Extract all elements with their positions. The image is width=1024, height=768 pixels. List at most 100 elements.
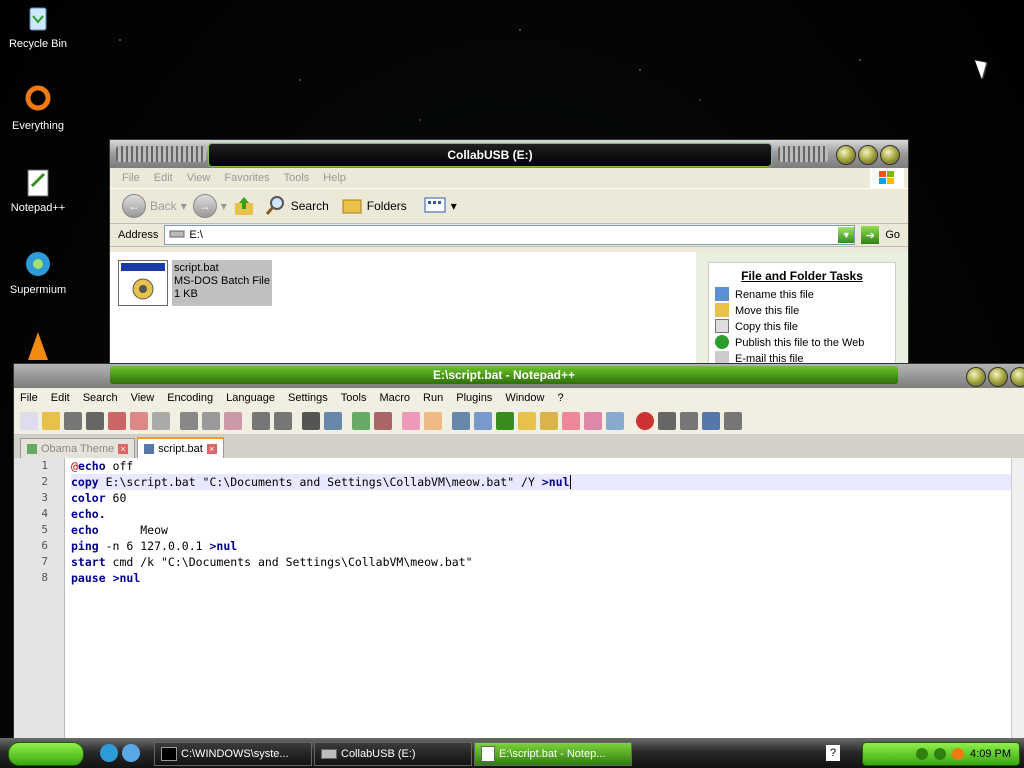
save-all-icon[interactable] (86, 412, 104, 430)
explorer-titlebar[interactable]: CollabUSB (E:) (110, 140, 908, 168)
taskbar-button-notepadpp[interactable]: E:\script.bat - Notep... (474, 742, 632, 766)
vertical-scrollbar[interactable] (1011, 458, 1024, 738)
task-move[interactable]: Move this file (715, 303, 895, 319)
tray-icon[interactable] (934, 748, 947, 760)
menu-language[interactable]: Language (226, 392, 275, 404)
taskbar-button-explorer[interactable]: CollabUSB (E:) (314, 742, 472, 766)
redo-icon[interactable] (274, 412, 292, 430)
start-button[interactable] (8, 742, 84, 766)
menu-tools[interactable]: Tools (341, 392, 367, 404)
zoom-out-icon[interactable] (374, 412, 392, 430)
menu-edit[interactable]: Edit (154, 172, 173, 184)
task-label: Move this file (735, 305, 800, 317)
code-editor[interactable]: 1 2 3 4 5 6 7 8 @echo off copy E:\script… (14, 458, 1024, 738)
tab-obama-theme[interactable]: Obama Theme × (20, 438, 136, 459)
up-folder-button[interactable] (233, 195, 255, 217)
code-token: ping (71, 539, 99, 553)
task-copy[interactable]: Copy this file (715, 319, 895, 335)
play-multiple-icon[interactable] (702, 412, 720, 430)
close-icon[interactable]: × (206, 444, 217, 454)
quick-launch-icon[interactable] (122, 744, 140, 762)
menu-window[interactable]: Window (505, 392, 544, 404)
zoom-in-icon[interactable] (352, 412, 370, 430)
desktop-icon-supermium[interactable]: Supermium (0, 248, 76, 296)
address-dropdown-icon[interactable]: ▼ (838, 227, 855, 243)
task-publish[interactable]: Publish this file to the Web (715, 335, 895, 351)
go-button[interactable]: Go (885, 229, 900, 241)
menu-encoding[interactable]: Encoding (167, 392, 213, 404)
tray-icon[interactable] (916, 748, 929, 760)
folder-workspace-icon[interactable] (584, 412, 602, 430)
all-chars-icon[interactable] (474, 412, 492, 430)
internet-explorer-icon[interactable] (100, 744, 118, 762)
save-icon[interactable] (64, 412, 82, 430)
play-macro-icon[interactable] (680, 412, 698, 430)
everything-tray-icon[interactable] (952, 748, 965, 760)
views-button[interactable]: ▾ (423, 195, 457, 218)
sync-v-icon[interactable] (402, 412, 420, 430)
menu-macro[interactable]: Macro (379, 392, 410, 404)
undo-icon[interactable] (252, 412, 270, 430)
close-all-icon[interactable] (130, 412, 148, 430)
sync-h-icon[interactable] (424, 412, 442, 430)
menu-file[interactable]: File (20, 392, 38, 404)
tab-script-bat[interactable]: script.bat × (137, 437, 224, 459)
go-arrow-icon[interactable]: ➔ (861, 226, 880, 244)
find-icon[interactable] (302, 412, 320, 430)
help-icon[interactable]: ? (826, 745, 840, 761)
menu-settings[interactable]: Settings (288, 392, 328, 404)
folders-button[interactable]: Folders (341, 195, 407, 218)
doc-map-icon[interactable] (540, 412, 558, 430)
monitor-icon[interactable] (606, 412, 624, 430)
clock[interactable]: 4:09 PM (970, 748, 1011, 760)
close-button[interactable] (880, 145, 900, 165)
back-button[interactable]: ← Back ▾ (122, 194, 187, 218)
close-button[interactable] (1010, 367, 1024, 387)
menu-help[interactable]: Help (323, 172, 346, 184)
task-rename[interactable]: Rename this file (715, 287, 895, 303)
stop-macro-icon[interactable] (658, 412, 676, 430)
save-macro-icon[interactable] (724, 412, 742, 430)
menu-run[interactable]: Run (423, 392, 443, 404)
desktop-icon-everything[interactable]: Everything (0, 84, 76, 132)
indent-guide-icon[interactable] (496, 412, 514, 430)
minimize-button[interactable] (836, 145, 856, 165)
menu-favorites[interactable]: Favorites (224, 172, 269, 184)
print-icon[interactable] (152, 412, 170, 430)
address-input[interactable]: E:\ ▼ (164, 225, 856, 245)
menu-plugins[interactable]: Plugins (456, 392, 492, 404)
maximize-button[interactable] (988, 367, 1008, 387)
new-file-icon[interactable] (20, 412, 38, 430)
code-text-area[interactable]: @echo off copy E:\script.bat "C:\Documen… (65, 458, 1011, 738)
menu-file[interactable]: File (122, 172, 140, 184)
paste-icon[interactable] (224, 412, 242, 430)
cut-icon[interactable] (180, 412, 198, 430)
code-token: start (71, 555, 106, 569)
file-item-script-bat[interactable]: script.bat MS-DOS Batch File 1 KB (118, 260, 272, 306)
open-file-icon[interactable] (42, 412, 60, 430)
replace-icon[interactable] (324, 412, 342, 430)
close-icon[interactable]: × (118, 444, 129, 454)
file-list: script.bat MS-DOS Batch File 1 KB (110, 252, 696, 372)
minimize-button[interactable] (966, 367, 986, 387)
close-file-icon[interactable] (108, 412, 126, 430)
search-button[interactable]: Search (265, 194, 329, 219)
menu-help[interactable]: ? (557, 392, 563, 404)
menu-view[interactable]: View (187, 172, 211, 184)
maximize-button[interactable] (858, 145, 878, 165)
menu-tools[interactable]: Tools (284, 172, 310, 184)
taskbar-button-cmd[interactable]: C:\WINDOWS\syste... (154, 742, 312, 766)
desktop-icon-recycle-bin[interactable]: Recycle Bin (0, 2, 76, 50)
menu-edit[interactable]: Edit (51, 392, 70, 404)
menu-search[interactable]: Search (83, 392, 118, 404)
udl-icon[interactable] (518, 412, 536, 430)
wrap-icon[interactable] (452, 412, 470, 430)
menu-view[interactable]: View (131, 392, 155, 404)
desktop-icon-vlc[interactable] (0, 330, 76, 366)
func-list-icon[interactable] (562, 412, 580, 430)
record-macro-icon[interactable] (636, 412, 654, 430)
copy-icon[interactable] (202, 412, 220, 430)
forward-button[interactable]: → ▾ (192, 194, 227, 218)
desktop-icon-notepadpp[interactable]: Notepad++ (0, 166, 76, 214)
notepadpp-titlebar[interactable]: E:\script.bat - Notepad++ (14, 364, 1024, 388)
